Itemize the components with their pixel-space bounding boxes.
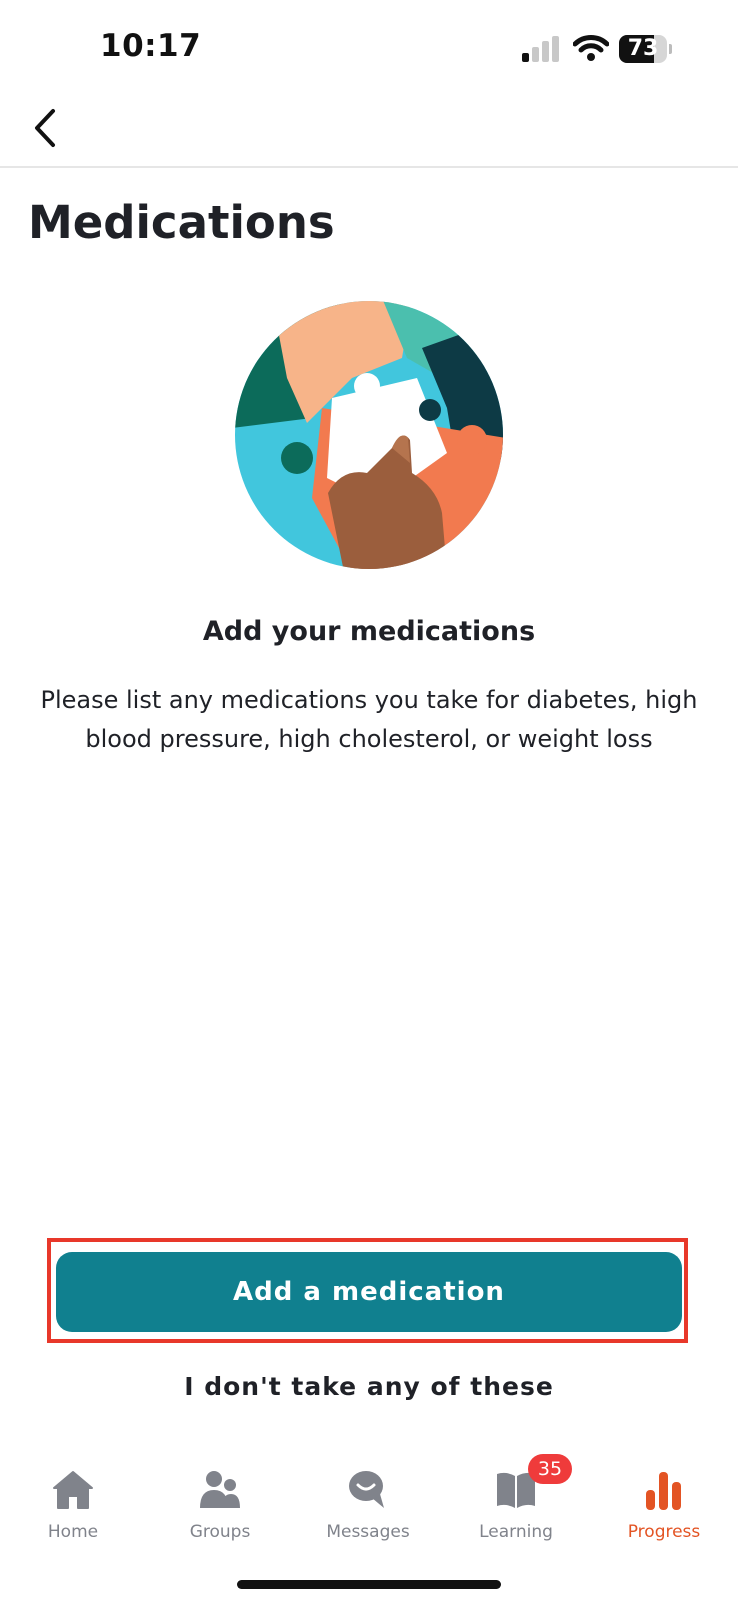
messages-icon [349, 1471, 384, 1508]
back-button[interactable] [22, 104, 70, 152]
tab-home[interactable]: Home [3, 1456, 143, 1556]
section-heading: Add your medications [202, 616, 536, 647]
tab-groups-label: Groups [189, 1522, 251, 1542]
puzzle-hand-illustration [235, 301, 503, 569]
bar-chart-icon [646, 1472, 681, 1510]
groups-icon [200, 1471, 240, 1508]
battery-level: 73 [627, 36, 659, 61]
battery-indicator: 73 [619, 35, 672, 63]
status-time: 10:17 [100, 28, 202, 64]
tab-home-label: Home [47, 1522, 99, 1542]
home-icon [53, 1471, 93, 1509]
battery-cap [669, 44, 672, 54]
battery-body: 73 [619, 35, 667, 63]
tab-groups[interactable]: Groups [150, 1456, 290, 1556]
chevron-left-icon [35, 109, 55, 147]
add-medication-button[interactable]: Add a medication [56, 1252, 682, 1332]
nav-bar [0, 96, 738, 168]
status-bar: 10:17 73 [0, 0, 738, 96]
section-description: Please list any medications you take for… [40, 686, 698, 753]
tab-messages-label: Messages [326, 1522, 410, 1542]
tab-learning[interactable]: 35 Learning [446, 1454, 586, 1556]
tab-bar: Home Groups Messages 35 Learning Progres… [0, 1454, 738, 1556]
tab-progress[interactable]: Progress [594, 1456, 734, 1556]
home-indicator [237, 1580, 501, 1589]
tab-messages[interactable]: Messages [298, 1456, 438, 1556]
no-medications-link[interactable]: I don't take any of these [0, 1372, 738, 1401]
page-title: Medications [28, 196, 335, 249]
learning-badge: 35 [528, 1454, 572, 1484]
cellular-signal-icon [522, 36, 559, 62]
tab-learning-label: Learning [479, 1522, 553, 1542]
tab-progress-label: Progress [627, 1522, 701, 1542]
wifi-icon [573, 35, 609, 61]
